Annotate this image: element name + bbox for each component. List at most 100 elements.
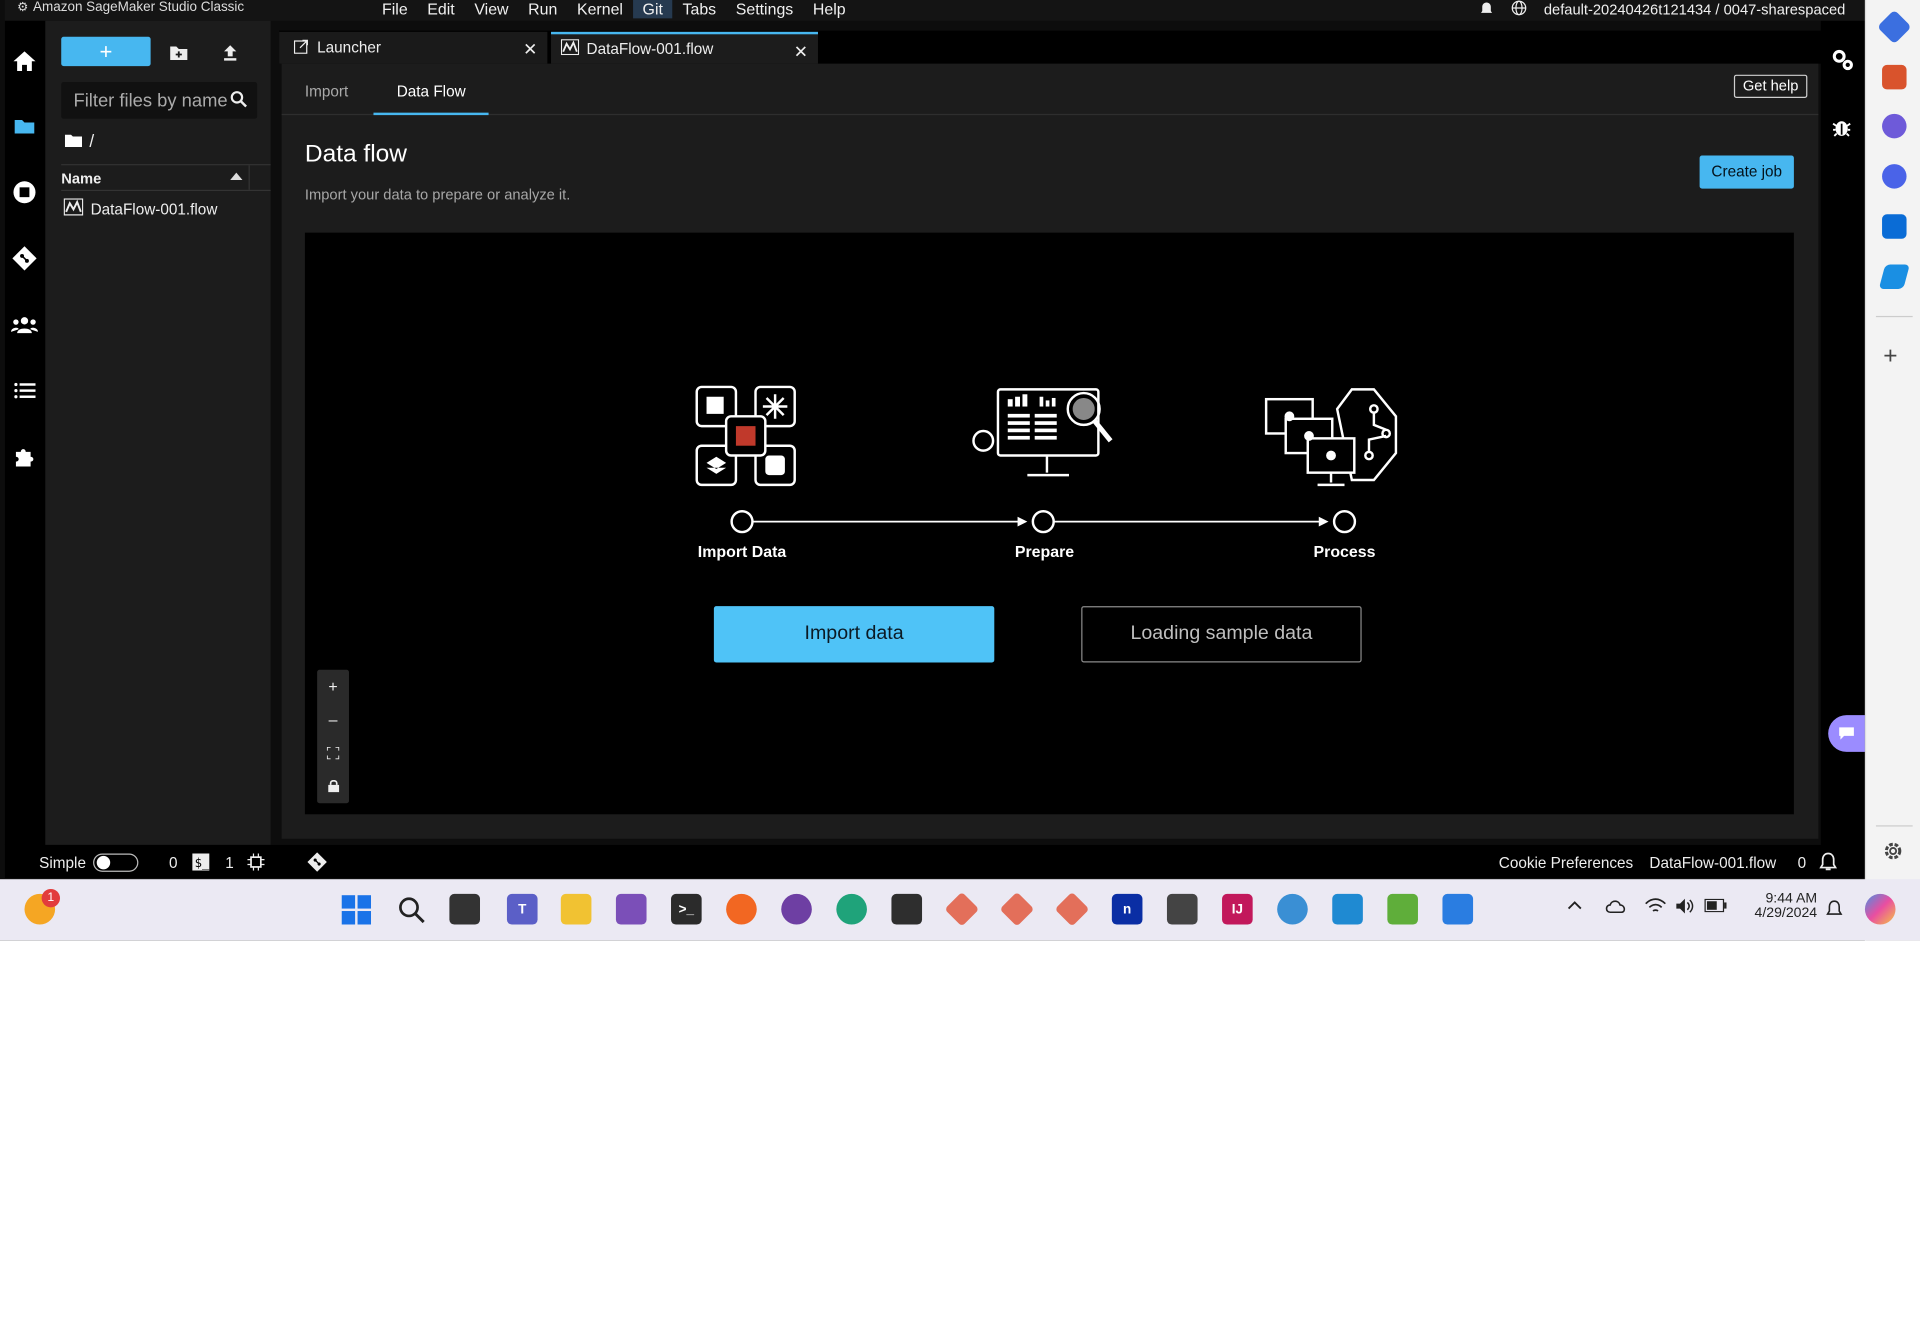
sort-asc-icon[interactable] (230, 172, 243, 181)
copilot-icon[interactable] (1882, 164, 1907, 189)
upload-icon[interactable] (219, 42, 241, 64)
tab-data-flow[interactable]: Data Flow (373, 83, 489, 116)
notepad-icon[interactable] (1442, 893, 1474, 925)
clock[interactable]: 9:44 AM 4/29/2024 (1739, 891, 1817, 920)
new-folder-icon[interactable] (168, 42, 190, 64)
menu-file[interactable]: File (372, 0, 417, 18)
notifications-icon[interactable] (1826, 900, 1843, 922)
flow-file-icon (63, 198, 84, 219)
onedrive-icon[interactable] (1605, 899, 1627, 917)
cpu-icon[interactable] (247, 853, 265, 874)
notion-icon[interactable]: n (1111, 893, 1143, 925)
menu-view[interactable]: View (465, 0, 519, 18)
paint-icon[interactable] (1387, 893, 1418, 925)
tray-chevron-icon[interactable] (1567, 899, 1582, 914)
search-taskbar-icon[interactable] (396, 894, 427, 925)
running-terminals-icon[interactable] (11, 179, 38, 206)
import-data-button[interactable]: Import data (713, 606, 995, 663)
notification-bell-icon[interactable] (1818, 852, 1838, 875)
get-help-button[interactable]: Get help (1733, 74, 1808, 98)
tag-icon[interactable] (1876, 9, 1912, 45)
new-launcher-button[interactable]: + (61, 36, 151, 67)
file-list-item[interactable]: DataFlow-001.flow (63, 198, 218, 219)
menu-run[interactable]: Run (518, 0, 567, 18)
column-name-header[interactable]: Name (61, 170, 101, 187)
snipping-tool-icon[interactable] (891, 893, 923, 925)
copilot-taskbar-icon[interactable] (1864, 893, 1896, 925)
git-icon[interactable] (11, 245, 38, 272)
bell-icon[interactable] (1479, 1, 1494, 19)
terminal-app-icon[interactable]: >_ (671, 893, 702, 925)
home-icon[interactable] (11, 48, 38, 75)
page-subtitle: Import your data to prepare or analyze i… (304, 186, 571, 204)
create-job-button[interactable]: Create job (1699, 155, 1794, 189)
add-icon[interactable]: + (1883, 343, 1897, 371)
simple-mode-toggle[interactable] (93, 853, 139, 872)
extensions-icon[interactable] (11, 443, 38, 470)
chess-icon[interactable] (1882, 113, 1907, 139)
git-app-icon-3[interactable] (1054, 891, 1090, 927)
postman-icon[interactable] (726, 893, 757, 925)
globe-icon[interactable] (1511, 0, 1527, 20)
lock-button[interactable] (317, 769, 349, 802)
filter-files-input[interactable]: Filter files by name (61, 82, 258, 119)
activity-rail (4, 20, 46, 845)
battery-icon[interactable] (1704, 898, 1727, 916)
file-name: DataFlow-001.flow (90, 200, 218, 218)
app-title: ⚙ Amazon SageMaker Studio Classic (17, 0, 244, 15)
menu-settings[interactable]: Settings (726, 0, 803, 18)
rail-divider (1875, 825, 1913, 827)
teams-icon[interactable]: T (506, 893, 538, 925)
outlook-icon[interactable] (1882, 214, 1907, 239)
terminal-icon[interactable]: $_ (192, 853, 210, 874)
fit-view-button[interactable] (317, 736, 349, 769)
edge-browser-icon[interactable] (836, 893, 867, 925)
folder-root-icon[interactable] (64, 131, 83, 151)
menu-kernel[interactable]: Kernel (567, 0, 633, 18)
close-icon[interactable]: ✕ (523, 39, 537, 60)
volume-icon[interactable] (1675, 898, 1695, 919)
github-desktop-icon[interactable] (781, 893, 812, 925)
prepare-illustration-icon (972, 388, 1113, 477)
cookie-preferences-link[interactable]: Cookie Preferences (1499, 855, 1633, 872)
intellij-icon[interactable]: IJ (1222, 893, 1253, 925)
property-inspector-icon[interactable] (1831, 48, 1855, 79)
chat-bubble-icon[interactable] (1828, 715, 1865, 752)
terminal-count: 1 (225, 854, 234, 872)
menu-git[interactable]: Git (632, 0, 673, 19)
git-status-icon[interactable] (307, 852, 327, 875)
zoom-out-button[interactable]: – (317, 703, 349, 736)
menu-tabs[interactable]: Tabs (673, 0, 726, 18)
toolbox-icon[interactable] (1882, 64, 1907, 90)
space-name[interactable]: default-20240426t121434 / 0047-sharespac… (1544, 1, 1845, 18)
close-icon[interactable]: ✕ (794, 42, 808, 63)
git-app-icon-1[interactable] (944, 891, 980, 927)
file-explorer-icon[interactable] (560, 893, 592, 925)
load-sample-data-button[interactable]: Loading sample data (1081, 606, 1362, 663)
settings-gear-icon[interactable] (1882, 840, 1904, 868)
list-icon[interactable] (11, 377, 38, 404)
zoom-in-button[interactable]: + (317, 670, 349, 703)
wifi-icon[interactable] (1645, 898, 1667, 919)
task-view-icon[interactable] (449, 893, 481, 925)
menu-help[interactable]: Help (803, 0, 855, 18)
visual-studio-icon[interactable] (615, 893, 647, 925)
debugger-icon[interactable] (1832, 116, 1852, 143)
breadcrumb-path[interactable]: / (89, 131, 94, 151)
users-icon[interactable] (11, 311, 38, 338)
step-process-marker (1332, 510, 1357, 534)
python-icon[interactable] (1277, 893, 1308, 925)
tab-import[interactable]: Import (305, 83, 348, 100)
notification-badge: 1 (41, 888, 61, 908)
vscode-icon[interactable] (1332, 893, 1363, 925)
folder-icon[interactable] (11, 113, 38, 140)
clock-date: 4/29/2024 (1754, 906, 1818, 921)
tab-dataflow[interactable]: DataFlow-001.flow ✕ (551, 31, 818, 64)
console-icon[interactable] (1166, 893, 1198, 925)
flow-canvas[interactable]: Import Data Prepare Process Import data … (304, 232, 1794, 815)
tab-launcher[interactable]: Launcher ✕ (279, 31, 548, 64)
menu-edit[interactable]: Edit (417, 0, 464, 18)
git-app-icon-2[interactable] (999, 891, 1035, 927)
windows-start-icon[interactable] (340, 894, 371, 925)
send-icon[interactable] (1878, 264, 1910, 289)
